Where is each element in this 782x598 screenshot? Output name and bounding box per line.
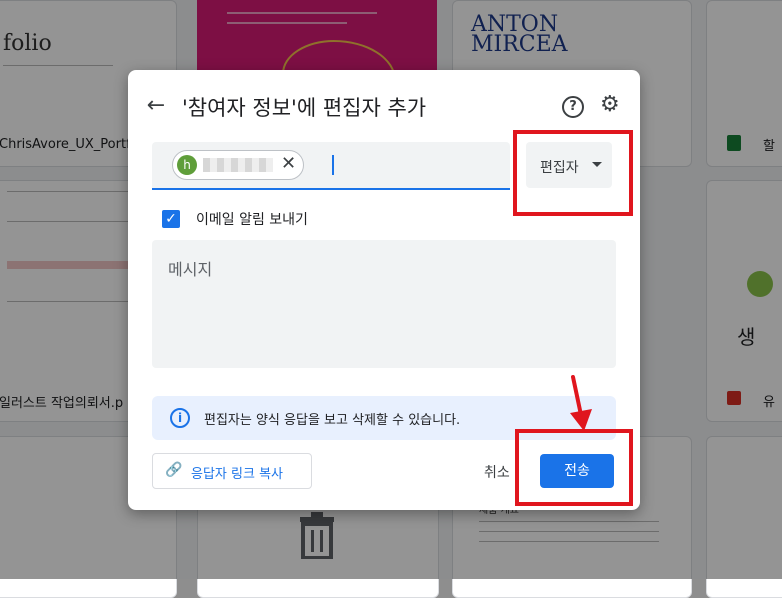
- annotation-role-highlight: [513, 130, 633, 216]
- link-icon: 🔗: [165, 462, 183, 478]
- notify-checkbox[interactable]: ✓: [162, 210, 180, 228]
- notify-label: 이메일 알림 보내기: [196, 212, 308, 228]
- message-textarea[interactable]: 메시지: [152, 240, 616, 368]
- text-cursor: [332, 155, 334, 175]
- copy-link-button[interactable]: 🔗 응답자 링크 복사: [152, 453, 312, 489]
- info-text: 편집자는 양식 응답을 보고 삭제할 수 있습니다.: [204, 413, 461, 428]
- redacted-email: [203, 158, 273, 172]
- recipient-chip[interactable]: h ✕: [172, 150, 304, 180]
- help-icon[interactable]: ?: [562, 96, 584, 118]
- close-icon[interactable]: ✕: [281, 154, 296, 174]
- people-input[interactable]: h ✕: [152, 142, 510, 190]
- cancel-button[interactable]: 취소: [484, 462, 510, 482]
- info-icon: i: [170, 408, 190, 428]
- message-placeholder: 메시지: [168, 260, 213, 279]
- gear-icon[interactable]: ⚙: [600, 93, 620, 117]
- annotation-arrow-icon: [570, 375, 592, 431]
- dialog-title: '참여자 정보'에 편집자 추가: [182, 96, 427, 120]
- avatar: h: [177, 155, 197, 175]
- back-arrow-icon[interactable]: ←: [144, 94, 168, 118]
- annotation-send-highlight: [515, 429, 633, 506]
- copy-link-label: 응답자 링크 복사: [191, 467, 283, 482]
